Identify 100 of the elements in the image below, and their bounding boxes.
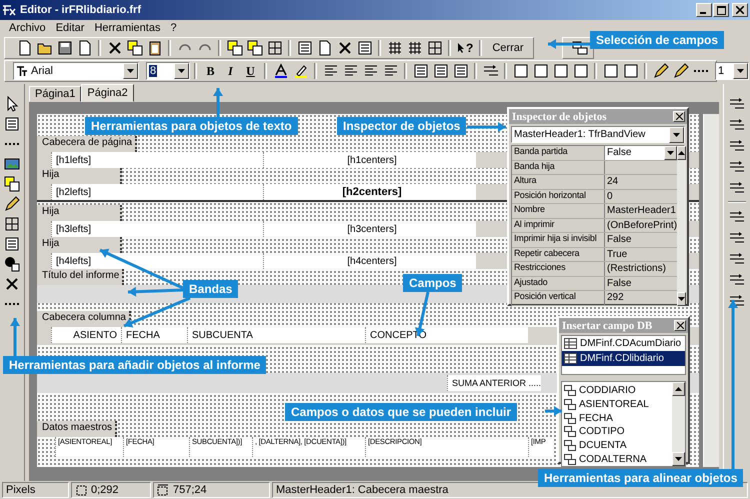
dataset-item[interactable]: DMFinf.CDAcumDiario	[562, 336, 685, 351]
band-label[interactable]: Hija	[37, 205, 122, 221]
menu-item[interactable]: Herramientas	[89, 22, 166, 34]
pencil-icon[interactable]	[2, 194, 22, 213]
field-selection-icon[interactable]	[570, 38, 590, 58]
minimize-button[interactable]	[696, 3, 712, 17]
field-item[interactable]: CODALTERNA	[562, 452, 672, 466]
maximize-button[interactable]	[713, 3, 729, 17]
font-size-dropdown[interactable]: 8	[146, 62, 190, 80]
text-object[interactable]: [h1centers]	[263, 152, 476, 168]
property-row[interactable]: Imprimir hija si invisibl False	[512, 233, 678, 248]
property-row[interactable]: Al imprimir (OnBeforePrint)	[512, 218, 678, 233]
copy-icon[interactable]	[125, 38, 144, 58]
window-title: Editor - irFRlibdiario.frf	[20, 4, 141, 16]
property-name: Imprimir hija si invisibl	[512, 233, 605, 246]
down-arrow-icon	[667, 150, 674, 155]
text-object[interactable]: FECHA	[121, 327, 187, 343]
text-object[interactable]: [h2centers]	[263, 184, 476, 200]
band-label[interactable]: Título del informe	[37, 269, 124, 285]
up-arrow-icon	[678, 151, 686, 155]
menu-item[interactable]: Editar	[50, 22, 90, 34]
text-style-button[interactable]: I	[221, 62, 240, 80]
callout-label: Selección de campos	[590, 31, 724, 49]
font-type-icon	[16, 66, 28, 76]
callout-label: Inspector de objetos	[337, 117, 466, 135]
callout-arrow	[548, 39, 590, 49]
callout-arrow	[213, 88, 223, 117]
menu-item[interactable]: ?	[165, 22, 182, 34]
text-style-button[interactable]: U	[241, 62, 260, 80]
menu-item[interactable]: Archivo	[4, 22, 51, 34]
property-row[interactable]: Posición horizontal 0	[512, 190, 678, 204]
maximize-icon	[716, 6, 726, 14]
line-width-dropdown[interactable]: 1	[715, 62, 749, 80]
dropdown-button[interactable]	[664, 146, 678, 160]
property-name: Repetir cabecera	[512, 248, 605, 261]
page-tab[interactable]: Página1	[29, 86, 82, 102]
text-object[interactable]: [h4lefts]	[51, 253, 263, 269]
property-row[interactable]: Posición vertical 292	[512, 291, 678, 306]
text-object[interactable]: SUBCUENTA	[187, 327, 365, 343]
position-status: 0;292	[91, 484, 119, 496]
text-object[interactable]: [h4centers]	[263, 253, 476, 269]
property-row[interactable]: Ajustado False	[512, 276, 678, 291]
down-arrow-icon	[737, 69, 744, 73]
table-icon	[564, 338, 577, 349]
band-label[interactable]: Hija	[37, 168, 122, 184]
text-style-button[interactable]: B	[201, 62, 220, 80]
property-row[interactable]: Banda partida False	[512, 146, 678, 160]
band-label[interactable]: Datos maestros	[37, 421, 118, 437]
callout-label: Herramientas para añadir objetos al informe	[3, 356, 266, 374]
callout-label: Herramientas para objetos de texto	[85, 117, 298, 135]
scrollbar[interactable]	[703, 114, 719, 467]
help-button[interactable]: ?	[455, 38, 476, 58]
property-value: (Restrictions)	[607, 263, 666, 274]
text-object[interactable]: ASIENTO	[51, 327, 121, 343]
property-row[interactable]: Banda hija	[512, 160, 678, 175]
text-object[interactable]: [h1lefts]	[51, 152, 263, 168]
dataset-item[interactable]: DMFinf.CDlibdiario	[562, 351, 685, 366]
property-row[interactable]: Repetir cabecera True	[512, 248, 678, 262]
scrollbar[interactable]	[677, 146, 686, 306]
property-row[interactable]: Altura 24	[512, 175, 678, 190]
property-name: Banda hija	[512, 160, 605, 174]
close-button[interactable]	[673, 111, 685, 122]
property-value: (OnBeforePrint)	[607, 220, 678, 231]
property-value: False	[607, 234, 632, 246]
text-object[interactable]: CONCEPTO	[365, 327, 528, 343]
property-name: Altura	[512, 175, 605, 188]
property-row[interactable]: Nombre MasterHeader1	[512, 204, 678, 218]
close-button[interactable]	[674, 320, 686, 331]
band-label[interactable]: Cabecera columna	[37, 311, 131, 327]
callout-label: Bandas	[183, 280, 238, 298]
bring-front-icon[interactable]	[225, 38, 244, 58]
close-editor-button[interactable]: Cerrar	[486, 38, 530, 58]
object-dropdown[interactable]: MasterHeader1: TfrBandView	[511, 126, 685, 143]
text-object[interactable]: [h2lefts]	[51, 184, 263, 200]
property-value: 292	[607, 292, 624, 304]
field-item[interactable]: CODTIPO	[562, 425, 672, 439]
text-object[interactable]: SUMA ANTERIOR .....	[447, 375, 542, 391]
field-item[interactable]: DCUENTA	[562, 438, 672, 452]
property-row[interactable]: Restricciones (Restrictions)	[512, 262, 678, 276]
window-title: Insertar campo DB	[562, 320, 652, 332]
down-arrow-icon	[675, 457, 682, 461]
property-value: False	[607, 147, 632, 158]
send-back-icon[interactable]	[245, 38, 264, 58]
text-object[interactable]: [h3centers]	[263, 221, 476, 237]
field-item[interactable]: CODDIARIO	[562, 384, 672, 398]
callout-label: Campos o datos que se pueden incluir	[285, 403, 518, 421]
page-tab[interactable]: Página2	[81, 84, 134, 102]
close-button[interactable]	[732, 3, 748, 17]
scrollbar[interactable]	[672, 382, 685, 466]
band-label[interactable]: Hija	[37, 237, 122, 253]
property-name: Nombre	[512, 204, 605, 218]
text-object[interactable]: [h3lefts]	[51, 221, 263, 237]
field-item[interactable]: ASIENTOREAL	[562, 398, 672, 412]
band-label[interactable]: Cabecera de página	[37, 136, 138, 152]
field-item[interactable]: FECHA	[562, 411, 672, 426]
position-icon	[75, 484, 87, 496]
shape-icon[interactable]	[2, 254, 22, 273]
app-icon	[2, 3, 16, 17]
down-arrow-icon	[178, 69, 185, 73]
font-dropdown[interactable]: Arial	[13, 62, 139, 80]
